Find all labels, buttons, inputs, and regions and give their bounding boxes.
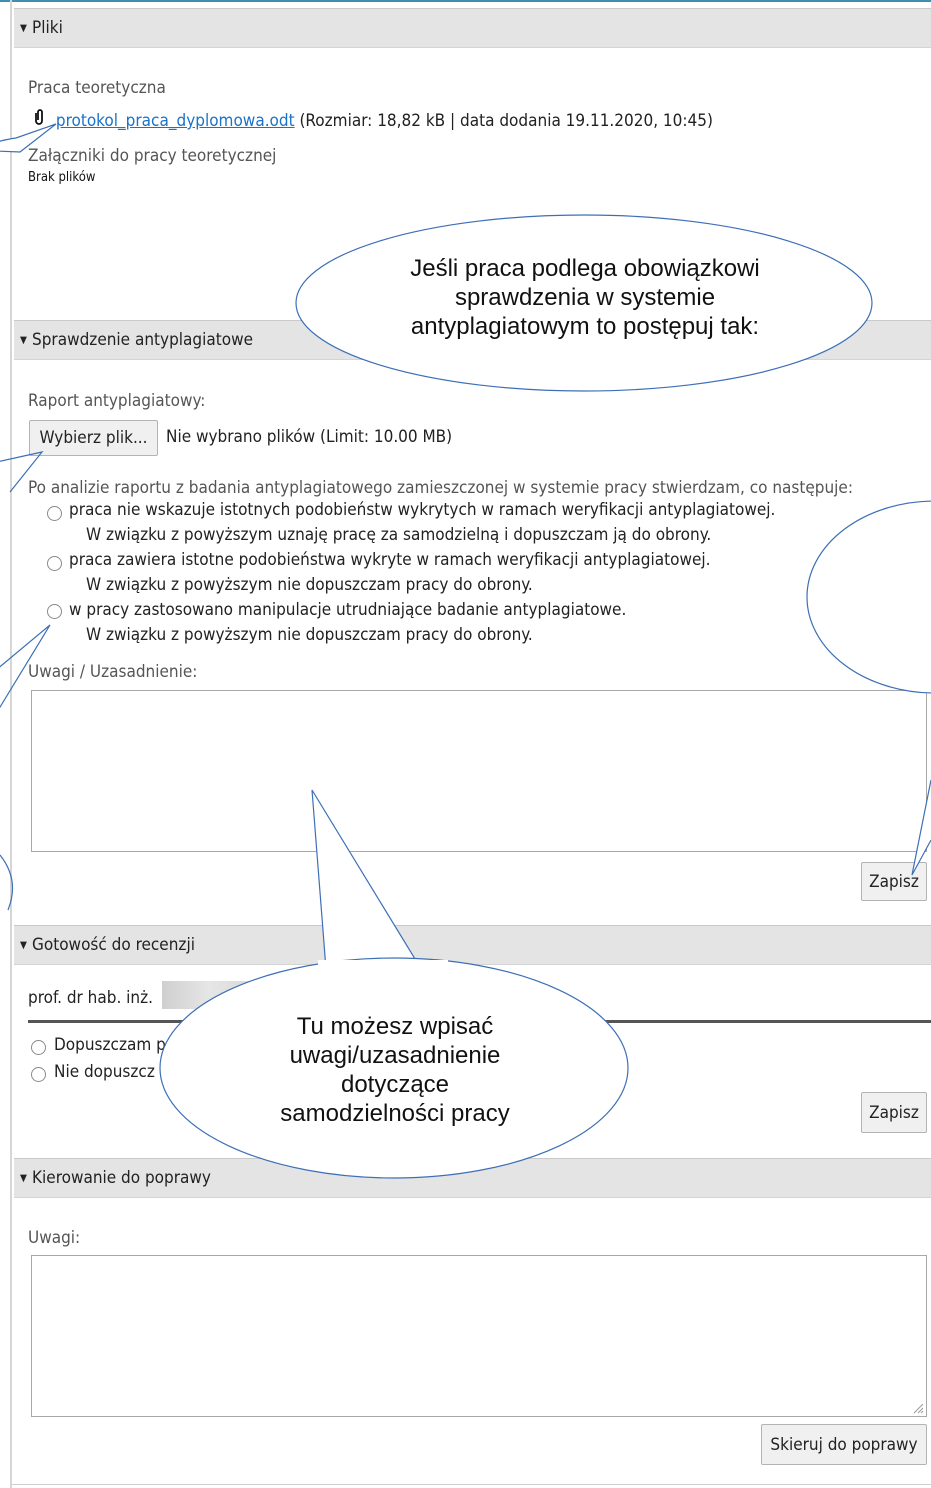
radio-nie-dopuszczam[interactable] — [31, 1067, 46, 1082]
option-1-line2: W związku z powyższym uznaję pracę za sa… — [86, 525, 712, 545]
callout-bottom-line-2: uwagi/uzasadnienie — [289, 1042, 501, 1069]
file-link[interactable]: protokol_praca_dyplomowa.odt — [56, 111, 295, 131]
section-header-pliki[interactable]: ▼ Pliki — [14, 8, 931, 48]
save-gotowosc-button[interactable]: Zapisz — [861, 1092, 927, 1133]
file-meta: (Rozmiar: 18,82 kB | data dodania 19.11.… — [299, 111, 713, 131]
no-files-text: Brak plików — [28, 170, 96, 185]
option-3-line1: w pracy zastosowano manipulacje utrudnia… — [69, 600, 627, 620]
callout-bottom-line-4: samodzielności pracy — [280, 1100, 510, 1127]
uwagi-uzasadnienie-textarea[interactable] — [31, 690, 927, 852]
file-row: protokol_praca_dyplomowa.odt (Rozmiar: 1… — [33, 108, 713, 131]
option-nie-dopuszczam: Nie dopuszcz — [54, 1062, 155, 1082]
callout-right-bubble — [806, 500, 931, 694]
collapse-triangle-icon: ▼ — [20, 334, 27, 346]
collapse-triangle-icon: ▼ — [20, 939, 27, 951]
no-file-chosen-text: Nie wybrano plików (Limit: 10.00 MB) — [166, 427, 453, 447]
radio-option-3[interactable] — [47, 604, 62, 619]
uwagi-textarea[interactable] — [31, 1255, 927, 1417]
radio-option-1[interactable] — [47, 506, 62, 521]
section-title-pliki: Pliki — [32, 18, 63, 38]
analysis-intro: Po analizie raportu z badania antyplagia… — [28, 478, 853, 498]
section-header-kierowanie[interactable]: ▼ Kierowanie do poprawy — [14, 1158, 931, 1198]
left-rule — [10, 0, 12, 1488]
paperclip-icon — [33, 108, 45, 126]
option-1-line1: praca nie wskazuje istotnych podobieństw… — [69, 500, 776, 520]
radio-option-2[interactable] — [47, 556, 62, 571]
bottom-border — [12, 1484, 931, 1485]
radio-dopuszczam[interactable] — [31, 1040, 46, 1055]
callout-bottom-line-1: Tu możesz wpisać — [296, 1013, 494, 1040]
callout-top-line-1: Jeśli praca podlega obowiązkowi — [410, 255, 760, 282]
option-2-line2: W związku z powyższym nie dopuszczam pra… — [86, 575, 533, 595]
section-title-gotowosc: Gotowość do recenzji — [32, 935, 195, 955]
option-3-line2: W związku z powyższym nie dopuszczam pra… — [86, 625, 533, 645]
uwagi-label: Uwagi: — [28, 1228, 81, 1248]
section-title-kierowanie: Kierowanie do poprawy — [32, 1168, 211, 1188]
resize-grip-icon[interactable] — [912, 1402, 924, 1414]
callout-top-line-2: sprawdzenia w systemie — [454, 284, 716, 311]
collapse-triangle-icon: ▼ — [20, 1172, 27, 1184]
section-header-gotowosc[interactable]: ▼ Gotowość do recenzji — [14, 925, 931, 965]
uwagi-uzasadnienie-label: Uwagi / Uzasadnienie: — [28, 662, 198, 682]
option-2-line1: praca zawiera istotne podobieństwa wykry… — [69, 550, 711, 570]
callout-bottom-line-3: dotyczące — [340, 1071, 450, 1098]
choose-file-button[interactable]: Wybierz plik... — [29, 420, 158, 456]
collapse-triangle-icon: ▼ — [20, 22, 27, 34]
callout-top-line-3: antyplagiatowym to postępuj tak: — [410, 313, 760, 340]
callout-top-text: Jeśli praca podlega obowiązkowi sprawdze… — [340, 254, 830, 341]
section-title-antyplagiat: Sprawdzenie antyplagiatowe — [32, 330, 253, 350]
attachments-label: Załączniki do pracy teoretycznej — [28, 146, 277, 166]
skieruj-do-poprawy-button[interactable]: Skieruj do poprawy — [761, 1424, 927, 1465]
praca-teoretyczna-label: Praca teoretyczna — [28, 78, 166, 98]
redacted-name — [162, 981, 256, 1009]
option-dopuszczam: Dopuszczam p — [54, 1035, 166, 1055]
save-antyplagiat-button[interactable]: Zapisz — [861, 862, 927, 901]
top-border — [0, 0, 931, 2]
report-label: Raport antyplagiatowy: — [28, 391, 206, 411]
callout-bottom-text: Tu możesz wpisać uwagi/uzasadnienie doty… — [210, 1012, 580, 1128]
reviewer-name: prof. dr hab. inż. — [28, 988, 154, 1008]
